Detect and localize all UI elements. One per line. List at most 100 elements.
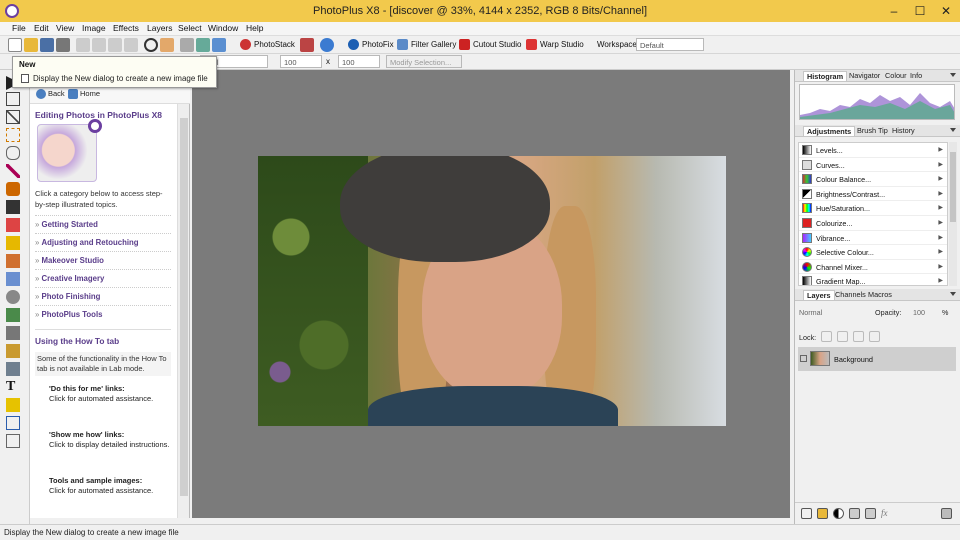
category-finishing[interactable]: Photo Finishing <box>35 287 171 305</box>
adjustments-scrollbar[interactable] <box>949 142 957 286</box>
adjustment-layer-icon[interactable] <box>833 508 844 519</box>
filter-gallery-button[interactable]: Filter Gallery <box>411 40 456 49</box>
document-canvas[interactable] <box>192 70 790 518</box>
brush-preset-icon[interactable] <box>180 38 194 52</box>
open-folder-icon[interactable] <box>24 38 38 52</box>
select-tool-icon[interactable] <box>212 38 226 52</box>
adjustment-item[interactable]: Curves... ▶ <box>799 158 947 173</box>
how-to-scrollbar[interactable] <box>177 104 189 518</box>
tab-brush-tip[interactable]: Brush Tip <box>857 126 888 135</box>
eyedropper-icon[interactable] <box>6 200 20 214</box>
adjustment-item[interactable]: Levels... ▶ <box>799 143 947 158</box>
portrait-photo[interactable] <box>258 156 726 426</box>
lock-all-icon[interactable] <box>869 331 880 342</box>
cutout-studio-button[interactable]: Cutout Studio <box>473 40 521 49</box>
height-field[interactable]: 100 <box>338 55 380 68</box>
menu-effects[interactable]: Effects <box>113 23 139 33</box>
undo-icon[interactable] <box>108 38 122 52</box>
blend-mode-select[interactable]: Normal <box>799 308 822 317</box>
red-eye-icon[interactable] <box>300 38 314 52</box>
tab-history[interactable]: History <box>892 126 915 135</box>
menu-file[interactable]: File <box>12 23 26 33</box>
clone-tool-icon[interactable] <box>6 272 20 286</box>
eraser-tool-icon[interactable] <box>6 254 20 268</box>
modify-selection-button[interactable]: Modify Selection... <box>386 55 462 68</box>
pencil-tool-icon[interactable] <box>6 236 20 250</box>
layer-row-background[interactable]: Background <box>798 347 956 371</box>
menu-image[interactable]: Image <box>82 23 106 33</box>
straighten-tool-icon[interactable] <box>6 110 20 124</box>
tab-adjustments[interactable]: Adjustments <box>803 126 856 136</box>
adjustment-item[interactable]: Selective Colour... ▶ <box>799 245 947 260</box>
link-icon[interactable] <box>865 508 876 519</box>
text-tool-icon[interactable]: T <box>6 380 20 394</box>
lasso-tool-icon[interactable] <box>6 146 20 160</box>
adjustment-item[interactable]: Hue/Saturation... ▶ <box>799 201 947 216</box>
visibility-icon[interactable] <box>800 355 807 362</box>
category-adjusting[interactable]: Adjusting and Retouching <box>35 233 171 251</box>
lock-position-icon[interactable] <box>853 331 864 342</box>
save-icon[interactable] <box>40 38 54 52</box>
crop-tool-icon[interactable] <box>6 92 20 106</box>
tab-info[interactable]: Info <box>910 71 922 80</box>
fill-tool-icon[interactable] <box>6 344 20 358</box>
dodge-tool-icon[interactable] <box>6 308 20 322</box>
tab-navigator[interactable]: Navigator <box>849 71 880 80</box>
back-button[interactable]: Back <box>48 89 65 98</box>
tab-channels[interactable]: Channels <box>835 290 866 299</box>
lock-transparency-icon[interactable] <box>821 331 832 342</box>
help-icon[interactable] <box>320 38 334 52</box>
hand-icon[interactable] <box>160 38 174 52</box>
close-button[interactable]: ✕ <box>934 2 958 20</box>
zoom-icon[interactable] <box>144 38 158 52</box>
tab-layers[interactable]: Layers <box>803 290 835 300</box>
photofix-button[interactable]: PhotoFix <box>362 40 394 49</box>
minimize-button[interactable]: – <box>882 2 906 20</box>
menu-edit[interactable]: Edit <box>34 23 49 33</box>
panel-menu-icon[interactable] <box>950 128 956 132</box>
scroll-thumb[interactable] <box>180 118 188 496</box>
menu-view[interactable]: View <box>56 23 74 33</box>
warp-studio-button[interactable]: Warp Studio <box>540 40 584 49</box>
paintbrush-icon[interactable] <box>6 182 20 196</box>
opacity-field[interactable]: 100 <box>913 308 925 317</box>
adjustment-item[interactable]: Vibrance... ▶ <box>799 231 947 246</box>
lock-pixels-icon[interactable] <box>837 331 848 342</box>
copy-icon[interactable] <box>92 38 106 52</box>
width-field[interactable]: 100 <box>280 55 322 68</box>
mask-icon[interactable] <box>849 508 860 519</box>
menu-layers[interactable]: Layers <box>147 23 173 33</box>
magic-wand-icon[interactable] <box>6 164 20 178</box>
smudge-tool-icon[interactable] <box>6 326 20 340</box>
tab-colour[interactable]: Colour <box>885 71 907 80</box>
tab-histogram[interactable]: Histogram <box>803 71 848 81</box>
adjustment-item[interactable]: Colourize... ▶ <box>799 216 947 231</box>
workspace-select[interactable]: Default <box>636 38 704 51</box>
menu-help[interactable]: Help <box>246 23 263 33</box>
cut-icon[interactable] <box>76 38 90 52</box>
category-getting-started[interactable]: Getting Started <box>35 215 171 233</box>
print-icon[interactable] <box>56 38 70 52</box>
delete-layer-icon[interactable] <box>941 508 952 519</box>
category-makeover[interactable]: Makeover Studio <box>35 251 171 269</box>
gradient-tool-icon[interactable] <box>6 362 20 376</box>
category-creative[interactable]: Creative Imagery <box>35 269 171 287</box>
home-button[interactable]: Home <box>80 89 100 98</box>
marquee-tool-icon[interactable] <box>6 128 20 142</box>
photostack-button[interactable]: PhotoStack <box>254 40 295 49</box>
red-eye-tool-icon[interactable] <box>6 290 20 304</box>
redo-icon[interactable] <box>124 38 138 52</box>
panel-menu-icon[interactable] <box>950 292 956 296</box>
menu-select[interactable]: Select <box>178 23 202 33</box>
scroll-thumb[interactable] <box>950 152 956 222</box>
shape-tool-icon[interactable] <box>6 416 20 430</box>
fx-icon[interactable]: fx <box>881 508 892 519</box>
node-tool-icon[interactable] <box>6 434 20 448</box>
maximize-button[interactable]: ☐ <box>908 2 932 20</box>
adjustment-item[interactable]: Brightness/Contrast... ▶ <box>799 187 947 202</box>
color-picker-icon[interactable] <box>196 38 210 52</box>
tab-macros[interactable]: Macros <box>868 290 892 299</box>
category-tools[interactable]: PhotoPlus Tools <box>35 305 171 323</box>
adjustment-item[interactable]: Colour Balance... ▶ <box>799 172 947 187</box>
adjustment-item[interactable]: Gradient Map... ▶ <box>799 274 947 285</box>
